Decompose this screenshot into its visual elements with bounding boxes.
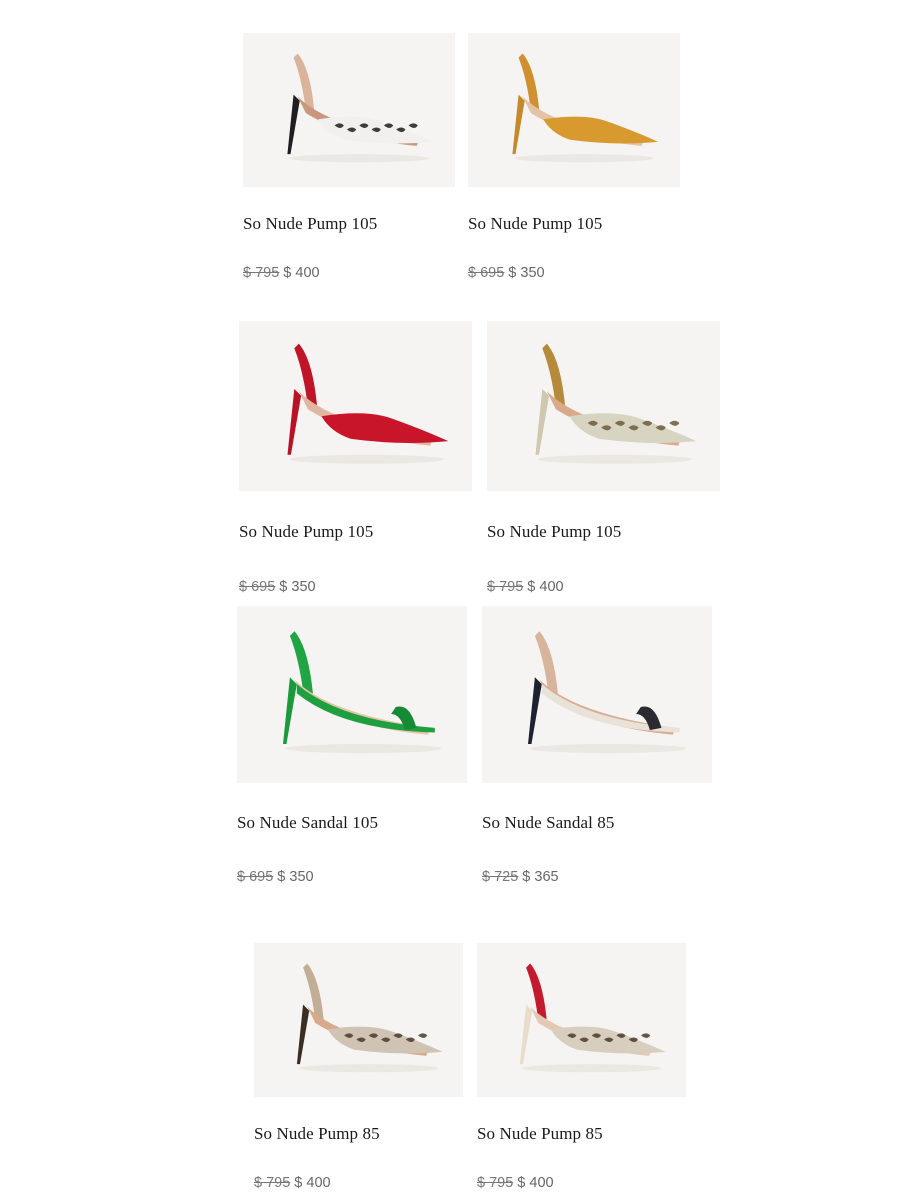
- shoe-illustration: [287, 53, 434, 163]
- product-price: $ 795 $ 400: [487, 579, 564, 595]
- product-image[interactable]: [254, 943, 463, 1097]
- product-card[interactable]: So Nude Pump 105 $ 695 $ 350: [468, 33, 680, 281]
- product-card[interactable]: So Nude Pump 105 $ 795 $ 400: [487, 321, 720, 595]
- product-image[interactable]: [482, 606, 712, 783]
- price-sale: $ 400: [517, 1175, 554, 1191]
- product-card[interactable]: So Nude Sandal 85 $ 725 $ 365: [482, 606, 712, 885]
- product-card[interactable]: So Nude Pump 85 $ 795 $ 400: [477, 943, 686, 1191]
- shoe-illustration: [296, 963, 443, 1073]
- price-original: $ 695: [239, 579, 276, 595]
- product-image[interactable]: [477, 943, 686, 1097]
- shoe-illustration: [287, 343, 449, 464]
- price-original: $ 695: [468, 265, 505, 281]
- product-name[interactable]: So Nude Pump 85: [254, 1124, 380, 1144]
- price-original: $ 695: [237, 869, 274, 885]
- shoe-illustration: [535, 343, 697, 464]
- product-image[interactable]: [239, 321, 472, 491]
- price-sale: $ 400: [294, 1175, 331, 1191]
- product-price: $ 695 $ 350: [239, 579, 316, 595]
- product-name[interactable]: So Nude Pump 105: [243, 214, 377, 234]
- price-sale: $ 400: [283, 265, 320, 281]
- price-original: $ 795: [487, 579, 524, 595]
- product-card[interactable]: So Nude Pump 105 $ 695 $ 350: [239, 321, 472, 595]
- price-original: $ 795: [254, 1175, 291, 1191]
- product-price: $ 725 $ 365: [482, 869, 559, 885]
- price-original: $ 795: [243, 265, 280, 281]
- product-name[interactable]: So Nude Pump 105: [239, 522, 373, 542]
- price-sale: $ 365: [522, 869, 559, 885]
- product-image[interactable]: [487, 321, 720, 491]
- shoe-illustration: [283, 631, 442, 754]
- product-image[interactable]: [243, 33, 455, 187]
- price-sale: $ 400: [527, 579, 564, 595]
- price-sale: $ 350: [277, 869, 314, 885]
- product-image[interactable]: [468, 33, 680, 187]
- product-name[interactable]: So Nude Pump 105: [487, 522, 621, 542]
- product-name[interactable]: So Nude Sandal 105: [237, 813, 378, 833]
- product-card[interactable]: So Nude Sandal 105 $ 695 $ 350: [237, 606, 467, 885]
- shoe-illustration: [519, 963, 666, 1073]
- price-original: $ 725: [482, 869, 519, 885]
- product-card[interactable]: So Nude Pump 105 $ 795 $ 400: [243, 33, 455, 281]
- product-name[interactable]: So Nude Pump 85: [477, 1124, 603, 1144]
- product-name[interactable]: So Nude Pump 105: [468, 214, 602, 234]
- price-sale: $ 350: [508, 265, 545, 281]
- shoe-illustration: [512, 53, 659, 163]
- product-price: $ 695 $ 350: [468, 265, 545, 281]
- shoe-illustration: [528, 631, 687, 754]
- product-price: $ 695 $ 350: [237, 869, 314, 885]
- product-price: $ 795 $ 400: [477, 1175, 554, 1191]
- product-price: $ 795 $ 400: [243, 265, 320, 281]
- price-sale: $ 350: [279, 579, 316, 595]
- price-original: $ 795: [477, 1175, 514, 1191]
- product-card[interactable]: So Nude Pump 85 $ 795 $ 400: [254, 943, 463, 1191]
- product-price: $ 795 $ 400: [254, 1175, 331, 1191]
- product-image[interactable]: [237, 606, 467, 783]
- product-name[interactable]: So Nude Sandal 85: [482, 813, 615, 833]
